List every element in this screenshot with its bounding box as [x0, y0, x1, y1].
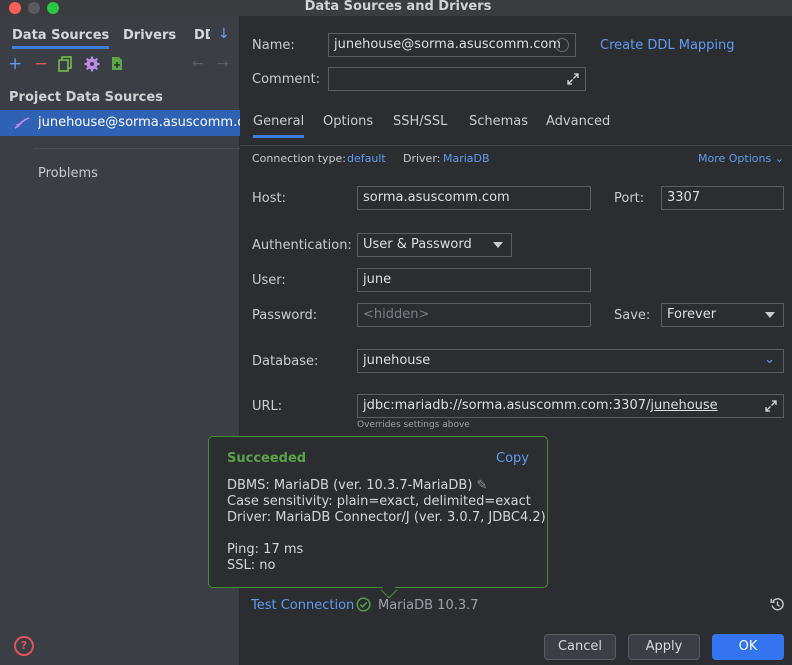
settings-icon[interactable] [84, 56, 100, 76]
tab-drivers[interactable]: Drivers [123, 28, 176, 43]
back-arrow-icon[interactable]: ← [192, 56, 204, 72]
popup-line-case: Case sensitivity: plain=exact, delimited… [227, 494, 531, 509]
tab-advanced[interactable]: Advanced [546, 114, 610, 129]
popup-line-ping: Ping: 17 ms [227, 542, 304, 557]
cancel-button[interactable]: Cancel [544, 634, 616, 660]
tab-ssh-ssl[interactable]: SSH/SSL [393, 114, 447, 129]
name-label: Name: [252, 38, 295, 53]
problems-item[interactable]: Problems [38, 166, 98, 181]
url-note: Overrides settings above [357, 420, 470, 430]
popup-line-ssl: SSL: no [227, 558, 276, 573]
driver-label: Driver: [403, 152, 441, 165]
left-tabs: Data Sources Drivers DD [0, 28, 240, 52]
check-circle-icon [356, 597, 371, 616]
authentication-value: User & Password [363, 237, 472, 252]
url-label: URL: [252, 399, 283, 414]
popup-status: Succeeded [227, 451, 307, 466]
dropdown-caret-icon [765, 312, 775, 318]
driver-link[interactable]: MariaDB [443, 152, 490, 165]
data-source-item[interactable]: junehouse@sorma.asuscomm.com [0, 110, 240, 136]
host-input[interactable]: sorma.asuscomm.com [357, 186, 591, 210]
forward-arrow-icon[interactable]: → [217, 56, 229, 72]
arrow-down-icon[interactable]: ↓ [218, 26, 230, 42]
tab-ddl[interactable]: DD [194, 28, 210, 43]
divider [34, 148, 252, 149]
left-panel: Data Sources Drivers DD ↓ + − ← → Projec… [0, 16, 252, 665]
pencil-icon[interactable]: ✎ [477, 478, 488, 493]
connection-type-link[interactable]: default [347, 152, 386, 165]
popup-line-driver: Driver: MariaDB Connector/J (ver. 3.0.7,… [227, 510, 546, 525]
create-ddl-mapping-link[interactable]: Create DDL Mapping [600, 38, 735, 53]
color-circle-icon[interactable] [555, 38, 569, 52]
comment-input[interactable] [328, 67, 586, 91]
authentication-select[interactable]: User & Password [357, 233, 512, 257]
comment-label: Comment: [252, 72, 321, 87]
test-connection-bar: Test Connection MariaDB 10.3.7 [240, 587, 792, 623]
user-input[interactable]: june [357, 268, 591, 292]
apply-button[interactable]: Apply [628, 634, 700, 660]
tab-schemas[interactable]: Schemas [469, 114, 528, 129]
url-prefix: jdbc:mariadb://sorma.asuscomm.com:3307/ [363, 398, 651, 413]
authentication-label: Authentication: [252, 238, 352, 253]
reset-history-icon[interactable] [770, 597, 785, 616]
popup-line-dbms: DBMS: MariaDB (ver. 10.3.7-MariaDB) ✎ [227, 478, 487, 493]
password-input[interactable]: <hidden> [357, 303, 591, 327]
import-file-icon[interactable] [111, 56, 123, 75]
dbms-text: DBMS: MariaDB (ver. 10.3.7-MariaDB) [227, 478, 473, 493]
title-bar: Data Sources and Drivers [0, 0, 792, 16]
more-options-link[interactable]: More Options ⌄ [698, 152, 784, 165]
section-project-data-sources: Project Data Sources [9, 90, 163, 105]
tab-general[interactable]: General [253, 114, 305, 138]
host-label: Host: [252, 191, 286, 206]
window-title: Data Sources and Drivers [304, 0, 492, 14]
add-icon[interactable]: + [8, 56, 22, 73]
test-connection-popup: Succeeded Copy DBMS: MariaDB (ver. 10.3.… [208, 436, 548, 599]
test-connection-link[interactable]: Test Connection [251, 598, 354, 613]
mariadb-icon [14, 117, 30, 129]
expand-icon[interactable] [765, 400, 777, 412]
save-value: Forever [667, 307, 717, 322]
url-database: junehouse [650, 398, 718, 413]
url-input[interactable]: jdbc:mariadb://sorma.asuscomm.com:3307/j… [357, 394, 784, 418]
data-source-label: junehouse@sorma.asuscomm.com [38, 115, 240, 130]
name-input[interactable]: junehouse@sorma.asuscomm.com [328, 33, 576, 57]
database-value: junehouse [363, 353, 431, 368]
ok-button[interactable]: OK [712, 634, 784, 660]
duplicate-icon[interactable] [58, 56, 72, 76]
more-options-label: More Options [698, 152, 772, 165]
database-input[interactable]: junehouse ⌄ [357, 349, 784, 373]
copy-link[interactable]: Copy [496, 451, 529, 466]
port-label: Port: [614, 191, 645, 206]
save-select[interactable]: Forever [661, 303, 784, 327]
database-label: Database: [252, 354, 319, 369]
tab-data-sources[interactable]: Data Sources [12, 28, 110, 49]
server-version: MariaDB 10.3.7 [378, 598, 479, 613]
save-label: Save: [614, 308, 651, 323]
chevron-down-icon[interactable]: ⌄ [764, 352, 775, 367]
dropdown-caret-icon [493, 242, 503, 248]
tab-divider [240, 145, 792, 146]
name-value: junehouse@sorma.asuscomm.com [334, 37, 561, 52]
connection-type-label: Connection type: [252, 152, 347, 165]
port-input[interactable]: 3307 [661, 186, 784, 210]
chevron-down-icon: ⌄ [774, 152, 784, 165]
help-icon[interactable]: ? [14, 636, 34, 656]
user-label: User: [252, 273, 286, 288]
remove-icon[interactable]: − [34, 56, 48, 73]
tab-options[interactable]: Options [323, 114, 373, 129]
password-label: Password: [252, 308, 318, 323]
expand-icon[interactable] [567, 73, 579, 85]
